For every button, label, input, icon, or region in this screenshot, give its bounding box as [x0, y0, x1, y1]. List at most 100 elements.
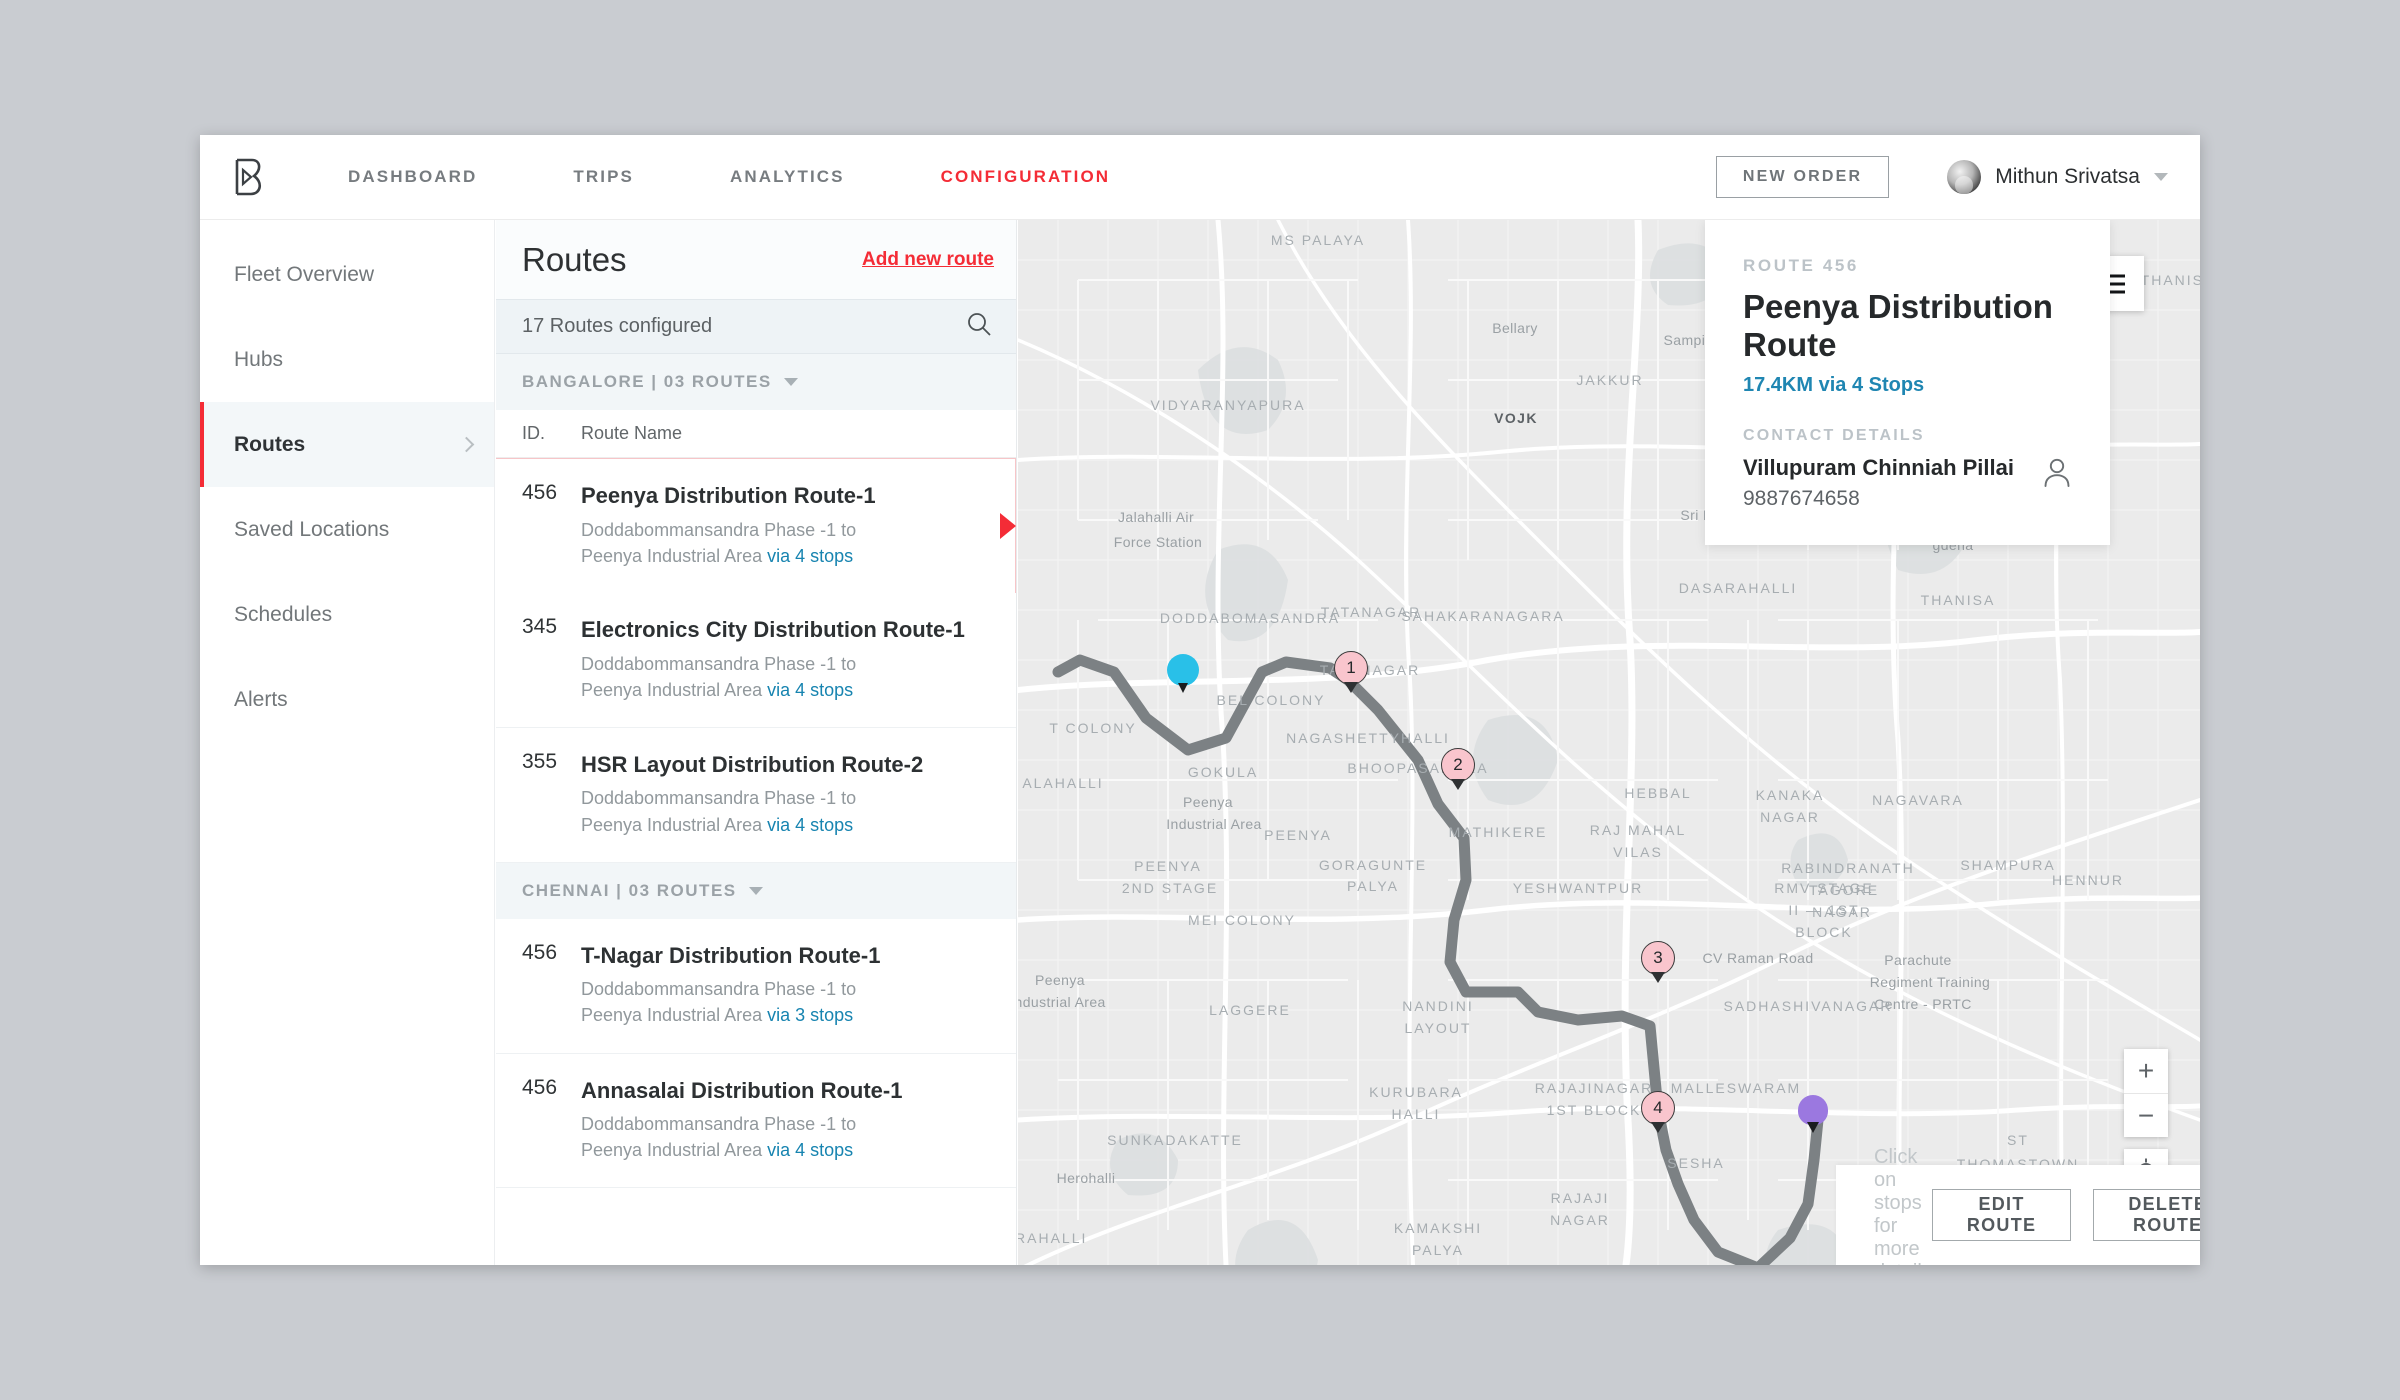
- route-origin: Doddabommansandra Phase -1 to: [581, 979, 857, 1000]
- map-zoom-controls: + −: [2124, 1049, 2168, 1137]
- map-hint-text: Click on stops for more details: [1874, 1146, 1932, 1265]
- routes-column-header: ID. Route Name: [496, 410, 1016, 458]
- map-stop-marker-3[interactable]: 3: [1641, 941, 1675, 975]
- brand-logo-icon[interactable]: [228, 154, 274, 200]
- chevron-down-icon: [748, 886, 763, 895]
- group-header-label: CHENNAI | 03 ROUTES: [522, 880, 737, 900]
- map-view[interactable]: MS PALAYA VIDYARANYAPURA Jalahalli Air Forc…: [1018, 220, 2200, 1265]
- route-stops-link[interactable]: via 4 stops: [767, 815, 853, 835]
- sidebar: Fleet Overview Hubs Routes Saved Locatio…: [200, 220, 495, 1265]
- routes-panel: Routes Add new route 17 Routes configure…: [496, 220, 1017, 1265]
- chevron-down-icon: [2154, 173, 2168, 181]
- route-origin: Doddabommansandra Phase -1 to: [581, 653, 857, 674]
- route-origin: Doddabommansandra Phase -1 to: [581, 519, 857, 540]
- search-icon[interactable]: [966, 311, 992, 342]
- route-end-pin-icon[interactable]: [1798, 1095, 1828, 1125]
- route-origin: Doddabommansandra Phase -1 to: [581, 1114, 857, 1135]
- contact-name: Villupuram Chinniah Pillai: [1743, 455, 2014, 480]
- sidebar-item-label: Hubs: [234, 347, 284, 371]
- nav-links: DASHBOARD TRIPS ANALYTICS CONFIGURATION: [348, 167, 1206, 187]
- contact-text-block: Villupuram Chinniah Pillai 9887674658: [1743, 455, 2014, 511]
- route-id: 456: [522, 1075, 558, 1099]
- route-name: Peenya Distribution Route-1: [581, 483, 876, 508]
- route-id: 355: [522, 749, 558, 773]
- sidebar-item-label: Alerts: [234, 687, 288, 711]
- sidebar-item-label: Schedules: [234, 602, 333, 626]
- sidebar-item-routes[interactable]: Routes: [200, 402, 494, 487]
- route-action-bar: Click on stops for more details EDIT ROU…: [1836, 1146, 2200, 1265]
- route-destination: Peenya Industrial Area: [581, 545, 763, 566]
- route-destination: Peenya Industrial Area: [581, 814, 763, 835]
- map-stop-marker-2[interactable]: 2: [1441, 748, 1475, 782]
- route-destination: Peenya Industrial Area: [581, 679, 763, 700]
- add-new-route-link[interactable]: Add new route: [862, 249, 994, 271]
- route-info: Electronics City Distribution Route-1 Do…: [581, 615, 983, 703]
- zoom-out-button[interactable]: −: [2124, 1093, 2168, 1137]
- nav-item-analytics[interactable]: ANALYTICS: [730, 167, 845, 187]
- routes-panel-header: Routes Add new route: [496, 220, 1016, 299]
- nav-item-configuration[interactable]: CONFIGURATION: [941, 167, 1111, 187]
- sidebar-item-label: Routes: [234, 432, 306, 456]
- route-start-pin-icon[interactable]: [1167, 654, 1199, 686]
- sidebar-top-spacer: [200, 220, 494, 232]
- sidebar-item-hubs[interactable]: Hubs: [200, 317, 494, 402]
- route-origin: Doddabommansandra Phase -1 to: [581, 788, 857, 809]
- route-name: Electronics City Distribution Route-1: [581, 616, 965, 642]
- user-menu[interactable]: Mithun Srivatsa: [1947, 160, 2168, 194]
- sidebar-item-label: Saved Locations: [234, 517, 390, 541]
- route-info: HSR Layout Distribution Route-2 Doddabom…: [581, 750, 941, 838]
- zoom-in-button[interactable]: +: [2124, 1049, 2168, 1093]
- table-row[interactable]: 456 Annasalai Distribution Route-1 Dodda…: [496, 1053, 1016, 1189]
- route-detail-card: ROUTE 456 Peenya Distribution Route 17.4…: [1705, 220, 2110, 545]
- top-navigation-bar: DASHBOARD TRIPS ANALYTICS CONFIGURATION …: [200, 135, 2200, 220]
- routes-count-bar: 17 Routes configured: [496, 299, 1016, 354]
- route-id: 345: [522, 614, 558, 638]
- selected-row-pointer-icon: [1000, 512, 1016, 539]
- map-stop-marker-4[interactable]: 4: [1641, 1091, 1675, 1125]
- route-subtitle: Doddabommansandra Phase -1 to Peenya Ind…: [581, 785, 923, 837]
- edit-route-button[interactable]: EDIT ROUTE: [1931, 1189, 2072, 1241]
- route-card-eyebrow: ROUTE 456: [1743, 256, 1859, 275]
- person-icon[interactable]: [2042, 457, 2072, 494]
- route-subtitle: Doddabommansandra Phase -1 to Peenya Ind…: [581, 976, 880, 1028]
- route-subtitle: Doddabommansandra Phase -1 to Peenya Ind…: [581, 517, 876, 569]
- sidebar-item-label: Fleet Overview: [234, 262, 375, 286]
- route-info: T-Nagar Distribution Route-1 Doddabomman…: [581, 941, 898, 1029]
- table-row[interactable]: 345 Electronics City Distribution Route-…: [496, 592, 1016, 728]
- routes-count-label: 17 Routes configured: [522, 315, 713, 337]
- route-destination: Peenya Industrial Area: [581, 1140, 763, 1161]
- sidebar-item-alerts[interactable]: Alerts: [200, 657, 494, 742]
- map-stop-marker-1[interactable]: 1: [1334, 651, 1368, 685]
- contact-details-label: CONTACT DETAILS: [1743, 427, 1925, 444]
- delete-route-button[interactable]: DELETE ROUTE: [2093, 1189, 2200, 1241]
- sidebar-item-saved-locations[interactable]: Saved Locations: [200, 487, 494, 572]
- group-header-label: BANGALORE | 03 ROUTES: [522, 372, 772, 391]
- route-stops-link[interactable]: via 3 stops: [767, 1005, 853, 1025]
- chevron-right-icon: [458, 436, 475, 453]
- sidebar-item-schedules[interactable]: Schedules: [200, 572, 494, 657]
- route-name: T-Nagar Distribution Route-1: [581, 942, 881, 968]
- nav-item-dashboard[interactable]: DASHBOARD: [348, 167, 477, 187]
- table-row[interactable]: 355 HSR Layout Distribution Route-2 Dodd…: [496, 727, 1016, 863]
- contact-details-row: Villupuram Chinniah Pillai 9887674658: [1743, 455, 2072, 511]
- route-stops-link[interactable]: via 4 stops: [767, 1140, 853, 1160]
- table-row[interactable]: 456 Peenya Distribution Route-1 Doddabom…: [496, 458, 1016, 594]
- contact-phone: 9887674658: [1743, 487, 1860, 510]
- route-subtitle: Doddabommansandra Phase -1 to Peenya Ind…: [581, 651, 965, 703]
- page-title: Routes: [522, 240, 627, 278]
- table-row[interactable]: 456 T-Nagar Distribution Route-1 Doddabo…: [496, 918, 1016, 1054]
- route-stops-link[interactable]: via 4 stops: [767, 546, 853, 566]
- group-header-chennai[interactable]: CHENNAI | 03 ROUTES: [496, 862, 1016, 919]
- group-header-bangalore[interactable]: BANGALORE | 03 ROUTES: [496, 354, 1016, 410]
- nav-item-trips[interactable]: TRIPS: [573, 167, 634, 187]
- app-window: DASHBOARD TRIPS ANALYTICS CONFIGURATION …: [200, 135, 2200, 1265]
- column-header-id: ID.: [522, 423, 546, 443]
- route-subtitle: Doddabommansandra Phase -1 to Peenya Ind…: [581, 1111, 902, 1163]
- route-info: Annasalai Distribution Route-1 Doddabomm…: [581, 1076, 920, 1164]
- route-name: Annasalai Distribution Route-1: [581, 1077, 903, 1103]
- route-stops-link[interactable]: via 4 stops: [767, 680, 853, 700]
- route-id: 456: [522, 481, 558, 504]
- new-order-button[interactable]: NEW ORDER: [1715, 156, 1890, 198]
- sidebar-item-fleet-overview[interactable]: Fleet Overview: [200, 232, 494, 317]
- route-info: Peenya Distribution Route-1 Doddabommans…: [581, 481, 894, 569]
